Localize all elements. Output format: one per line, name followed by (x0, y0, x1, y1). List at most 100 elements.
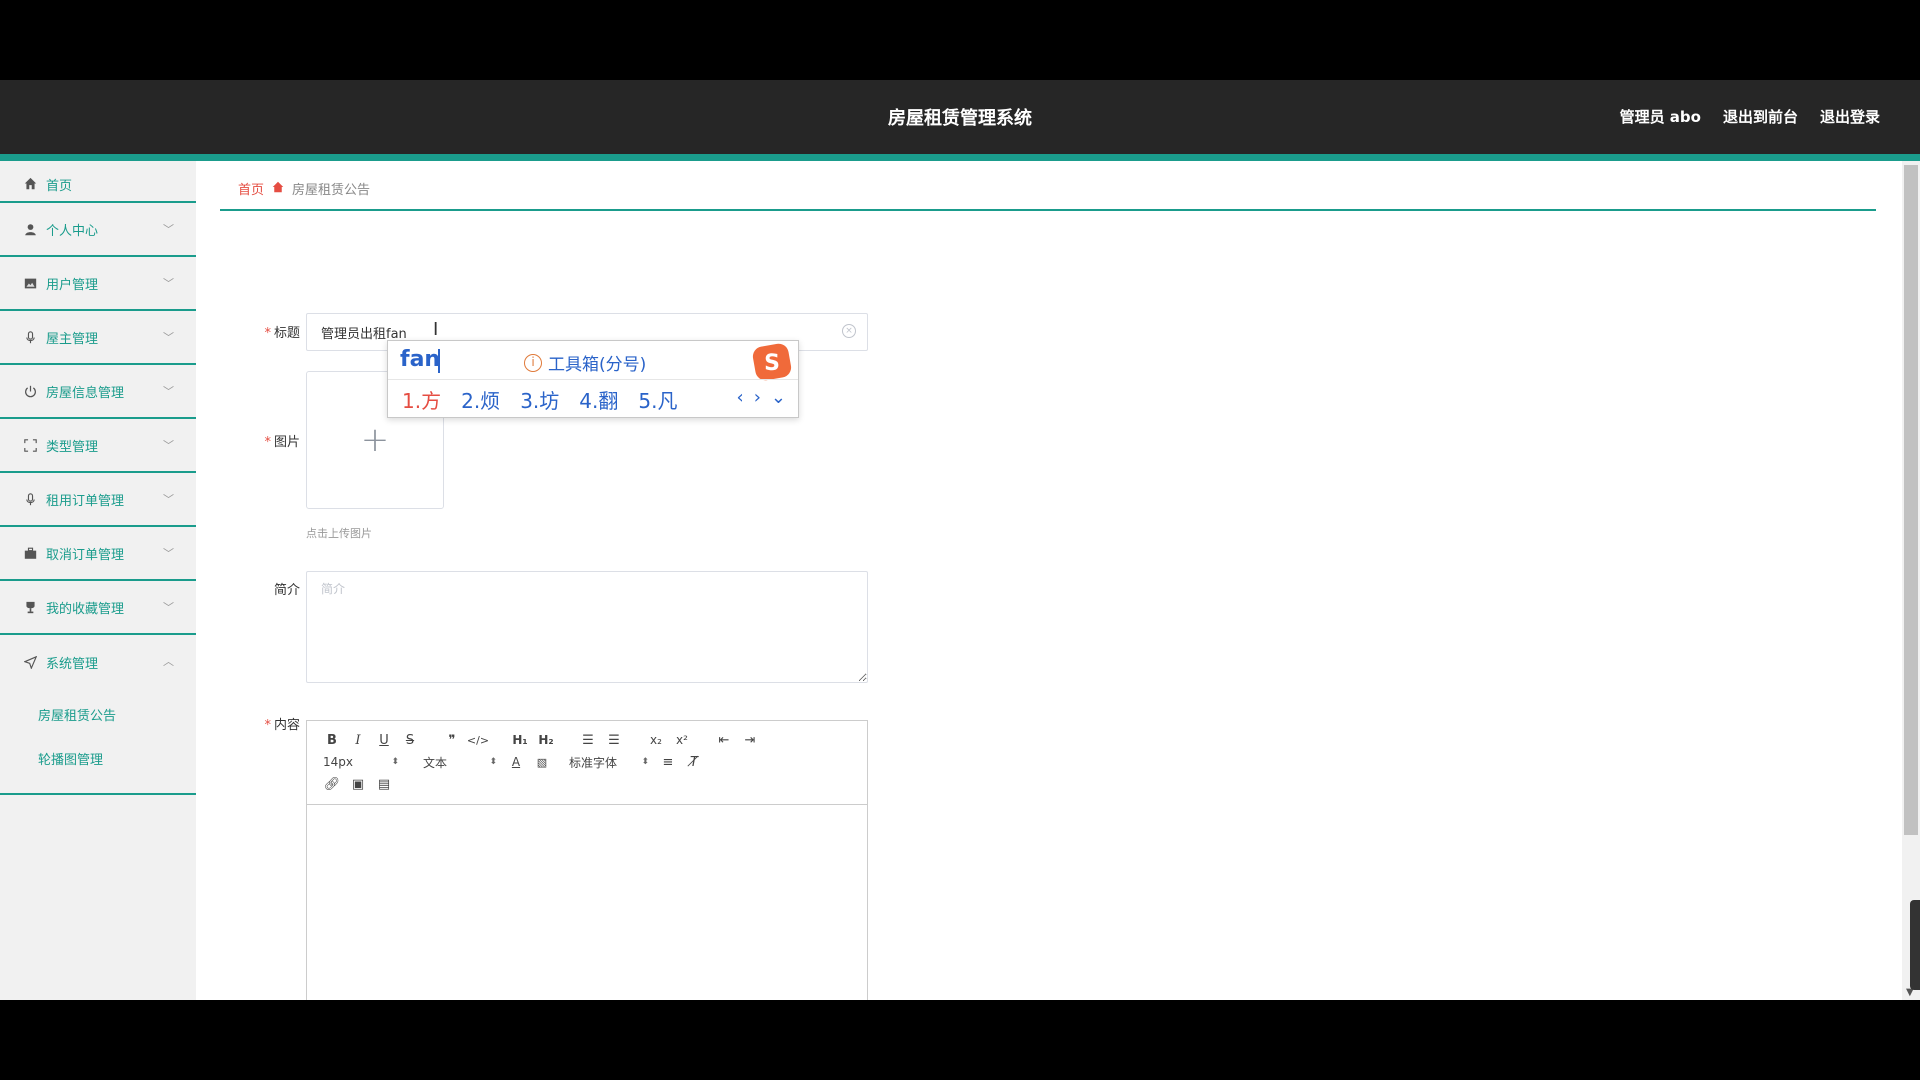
italic-button[interactable]: I (345, 729, 371, 751)
editor-content-area[interactable] (307, 805, 867, 1000)
intro-textarea[interactable] (306, 571, 868, 683)
top-header: 房屋租赁管理系统 管理员 abo 退出到前台 退出登录 (0, 80, 1920, 154)
trophy-icon (22, 599, 38, 615)
sidebar-item-cancel-order-management[interactable]: 取消订单管理 ﹀ (0, 527, 196, 581)
select-arrow-icon: ⬍ (641, 757, 649, 767)
image-icon[interactable]: ▣ (345, 773, 371, 795)
header-actions: 管理员 abo 退出到前台 退出登录 (1620, 106, 1880, 127)
ime-candidate[interactable]: 3.坊 (520, 385, 559, 414)
clear-icon[interactable]: × (842, 324, 856, 338)
ime-candidates: 1.方 2.烦 3.坊 4.翻 5.凡 (402, 385, 677, 414)
letterbox-top (0, 0, 1920, 80)
block-format-select[interactable]: 文本 ⬍ (405, 754, 503, 771)
content-label: * 内容 (264, 718, 300, 733)
heading-1-button[interactable]: H₁ (507, 729, 533, 751)
font-size-select[interactable]: 14px ⬍ (319, 755, 405, 769)
code-icon[interactable]: </> (465, 729, 491, 751)
scrollbar-thumb[interactable] (1904, 165, 1918, 835)
user-icon (22, 221, 38, 237)
fullscreen-icon (22, 437, 38, 453)
ime-nav: ‹ › ⌄ (737, 387, 787, 408)
submenu-item-carousel[interactable]: 轮播图管理 (0, 739, 196, 783)
page-scrollbar[interactable]: ▼ (1902, 161, 1920, 1000)
sogou-logo-icon: S (752, 343, 792, 381)
chevron-up-icon: ︿ (163, 655, 174, 668)
sidebar-item-house-info-management[interactable]: 房屋信息管理 ﹀ (0, 365, 196, 419)
toolbar-row-3: 🔗︎ ▣ ▤ (319, 773, 855, 795)
main-content: 首页 房屋租赁公告 *标题 × I *图片 + 点击上传图片 简介 *内容 B … (220, 161, 1880, 1000)
ordered-list-icon[interactable]: ☰ (575, 729, 601, 751)
bullet-list-icon[interactable]: ☰ (601, 729, 627, 751)
sidebar-item-label: 用户管理 (46, 277, 99, 293)
letterbox-bottom (0, 1000, 1920, 1080)
sidebar-item-label: 类型管理 (46, 439, 99, 455)
chevron-left-icon[interactable]: ‹ (737, 387, 744, 408)
sidebar-item-system-management[interactable]: 系统管理 ︿ (0, 635, 196, 689)
link-icon[interactable]: 🔗︎ (319, 773, 345, 795)
image-icon (22, 275, 38, 291)
align-icon[interactable]: ≡ (655, 751, 681, 773)
toolbar-row-2: 14px ⬍ 文本 ⬍ A ▧ 标准字体 ⬍ ≡ T̸ (319, 751, 855, 773)
sidebar-item-label: 取消订单管理 (46, 547, 125, 563)
chevron-down-icon: ﹀ (163, 601, 174, 614)
subscript-button[interactable]: x₂ (643, 729, 669, 751)
app-window: 房屋租赁管理系统 管理员 abo 退出到前台 退出登录 首页 个人中心 ﹀ 用户… (0, 80, 1920, 1000)
sidebar-item-favorites-management[interactable]: 我的收藏管理 ﹀ (0, 581, 196, 635)
chevron-right-icon[interactable]: › (754, 387, 761, 408)
svg-text:S: S (764, 351, 780, 376)
ime-toolbox[interactable]: i 工具箱(分号) (524, 350, 646, 375)
sidebar-item-label: 个人中心 (46, 223, 99, 239)
sidebar-item-user-management[interactable]: 用户管理 ﹀ (0, 257, 196, 311)
ime-pinyin: fan (400, 347, 441, 372)
sidebar-item-home[interactable]: 首页 (0, 161, 196, 203)
ime-candidate[interactable]: 4.翻 (579, 385, 618, 414)
sidebar-item-label: 房屋信息管理 (46, 385, 125, 401)
sidebar-item-label: 首页 (46, 179, 73, 194)
chevron-down-icon[interactable]: ⌄ (771, 387, 786, 408)
title-label: * 标题 (264, 326, 300, 341)
font-color-icon[interactable]: A (503, 751, 529, 773)
breadcrumb: 首页 房屋租赁公告 (238, 179, 370, 198)
editor-toolbar: B I U S ❞ </> H₁ H₂ ☰ ☰ x₂ x² ⇤ ⇥ 14px ⬍… (307, 721, 867, 805)
home-icon (22, 175, 38, 191)
video-icon[interactable]: ▤ (371, 773, 397, 795)
strikethrough-button[interactable]: S (397, 729, 423, 751)
clear-format-icon[interactable]: T̸ (681, 751, 707, 773)
ime-candidate[interactable]: 1.方 (402, 385, 441, 414)
home-icon (272, 181, 284, 196)
chevron-down-icon: ﹀ (163, 385, 174, 398)
ime-candidate[interactable]: 2.烦 (461, 385, 500, 414)
sidebar-item-label: 系统管理 (46, 656, 99, 672)
chevron-down-icon: ﹀ (163, 277, 174, 290)
superscript-button[interactable]: x² (669, 729, 695, 751)
outdent-icon[interactable]: ⇤ (711, 729, 737, 751)
microphone-icon (22, 329, 38, 345)
sidebar-item-owner-management[interactable]: 屋主管理 ﹀ (0, 311, 196, 365)
breadcrumb-home[interactable]: 首页 (238, 179, 264, 198)
logout-link[interactable]: 退出登录 (1820, 106, 1880, 127)
select-arrow-icon: ⬍ (489, 757, 497, 767)
sidebar-item-type-management[interactable]: 类型管理 ﹀ (0, 419, 196, 473)
sidebar-item-personal-center[interactable]: 个人中心 ﹀ (0, 203, 196, 257)
sidebar-item-rental-order-management[interactable]: 租用订单管理 ﹀ (0, 473, 196, 527)
edge-handle (1910, 900, 1920, 990)
send-icon (22, 654, 38, 670)
ime-caret (438, 349, 440, 373)
microphone-icon (22, 491, 38, 507)
heading-2-button[interactable]: H₂ (533, 729, 559, 751)
background-color-icon[interactable]: ▧ (529, 751, 555, 773)
select-arrow-icon: ⬍ (391, 757, 399, 767)
indent-icon[interactable]: ⇥ (737, 729, 763, 751)
ime-candidate[interactable]: 5.凡 (638, 385, 677, 414)
font-family-select[interactable]: 标准字体 ⬍ (555, 754, 655, 771)
breadcrumb-current: 房屋租赁公告 (292, 183, 371, 198)
toolbar-row-1: B I U S ❞ </> H₁ H₂ ☰ ☰ x₂ x² ⇤ ⇥ (319, 729, 855, 751)
blockquote-icon[interactable]: ❞ (439, 729, 465, 751)
chevron-down-icon: ﹀ (163, 439, 174, 452)
breadcrumb-divider (220, 209, 1876, 211)
info-icon: i (524, 353, 542, 372)
submenu-item-rental-notice[interactable]: 房屋租赁公告 (0, 695, 196, 739)
back-to-front-link[interactable]: 退出到前台 (1723, 106, 1798, 127)
underline-button[interactable]: U (371, 729, 397, 751)
bold-button[interactable]: B (319, 729, 345, 751)
